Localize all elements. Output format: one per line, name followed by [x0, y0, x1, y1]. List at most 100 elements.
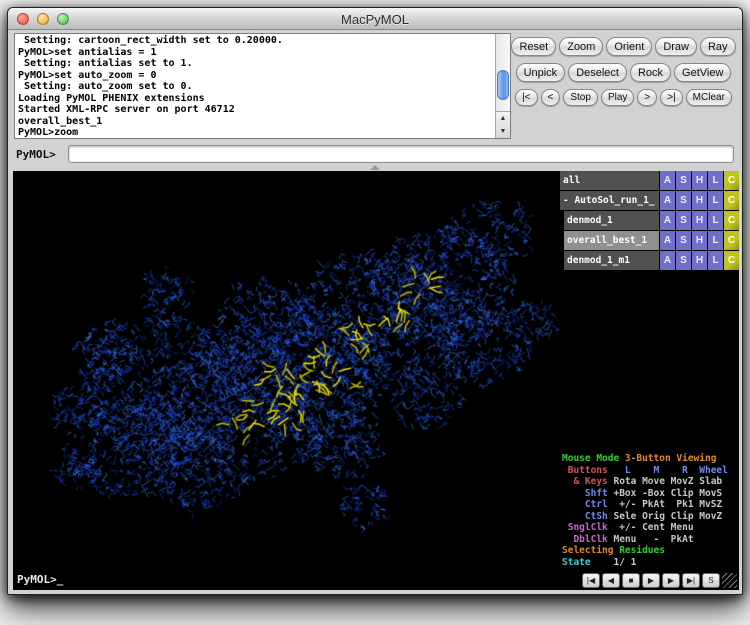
- object-h-menu-button[interactable]: H: [692, 191, 707, 210]
- object-l-menu-button[interactable]: L: [708, 191, 723, 210]
- draw-button[interactable]: Draw: [655, 37, 697, 56]
- mouse-panel-line: Ctrl +/- PkAt Pk1 MvSZ: [562, 499, 739, 511]
- object-l-menu-button[interactable]: L: [708, 231, 723, 250]
- object-a-menu-button[interactable]: A: [660, 231, 675, 250]
- object-s-menu-button[interactable]: S: [676, 191, 691, 210]
- mclear-button[interactable]: MClear: [686, 89, 732, 106]
- mouse-panel-text: Ctrl: [562, 499, 613, 510]
- console-output[interactable]: Setting: cartoon_rect_width set to 0.200…: [14, 33, 511, 139]
- toolbar-row-3: |<<StopPlay>>|MClear: [512, 89, 735, 106]
- object-a-menu-button[interactable]: A: [660, 171, 675, 190]
- scroll-down-arrow-icon[interactable]: ▼: [496, 125, 510, 138]
- object-c-menu-button[interactable]: C: [724, 171, 739, 190]
- object-c-menu-button[interactable]: C: [724, 191, 739, 210]
- mouse-panel-text: Selecting: [562, 545, 619, 556]
- getview-button[interactable]: GetView: [674, 63, 731, 82]
- mouse-panel-line: Shft +Box -Box Clip MovS: [562, 488, 739, 500]
- reset-button[interactable]: Reset: [511, 37, 556, 56]
- mouse-panel-text: Residues: [619, 545, 665, 556]
- orient-button[interactable]: Orient: [606, 37, 652, 56]
- zoom-button[interactable]: Zoom: [559, 37, 603, 56]
- command-input[interactable]: [68, 145, 734, 163]
- media-controls: |◀◀■▶▶▶|S: [582, 573, 737, 588]
- movie-play-button[interactable]: Play: [601, 89, 634, 106]
- media-stop-button[interactable]: ■: [622, 573, 640, 588]
- console-line: PyMOL>set auto_zoom = 0: [18, 70, 493, 82]
- mouse-panel-text: L M R Wheel: [613, 465, 727, 476]
- console-line: Loading PyMOL PHENIX extensions: [18, 93, 493, 105]
- object-a-menu-button[interactable]: A: [660, 211, 675, 230]
- object-row: overall_best_1ASHLC: [560, 231, 739, 250]
- object-h-menu-button[interactable]: H: [692, 171, 707, 190]
- media-scene-button[interactable]: S: [702, 573, 720, 588]
- control-toolbar: ResetZoomOrientDrawRay UnpickDeselectRoc…: [512, 37, 735, 113]
- toolbar-row-2: UnpickDeselectRockGetView: [512, 63, 735, 82]
- object-row: allASHLC: [560, 171, 739, 190]
- object-h-menu-button[interactable]: H: [692, 231, 707, 250]
- viewport-prompt: PyMOL>_: [17, 573, 63, 586]
- mouse-panel-line: & Keys Rota Move MovZ Slab: [562, 476, 739, 488]
- mouse-panel-text: Menu - PkAt: [613, 534, 693, 545]
- media-play-button[interactable]: ▶: [642, 573, 660, 588]
- mouse-panel-text: Rota Move MovZ Slab: [613, 476, 722, 487]
- prompt-label: PyMOL>: [16, 148, 56, 161]
- scroll-up-arrow-icon[interactable]: ▲: [496, 112, 510, 125]
- mouse-panel-text: 1/ 1: [596, 557, 636, 568]
- media-rewind-button[interactable]: |◀: [582, 573, 600, 588]
- viewport-area: allASHLC- AutoSol_run_1_ASHLCdenmod_1ASH…: [13, 171, 739, 590]
- rock-button[interactable]: Rock: [630, 63, 671, 82]
- resize-grip[interactable]: [722, 573, 737, 588]
- scrollbar-thumb[interactable]: [497, 70, 509, 100]
- object-name[interactable]: overall_best_1: [564, 231, 659, 250]
- mouse-panel-line: State 1/ 1: [562, 557, 739, 569]
- ray-button[interactable]: Ray: [700, 37, 736, 56]
- splitter-handle[interactable]: [370, 165, 380, 170]
- movie-stop-button[interactable]: Stop: [563, 89, 598, 106]
- object-a-menu-button[interactable]: A: [660, 251, 675, 270]
- movie-end-button[interactable]: >|: [660, 89, 682, 106]
- object-row: denmod_1_m1ASHLC: [560, 251, 739, 270]
- object-c-menu-button[interactable]: C: [724, 211, 739, 230]
- object-l-menu-button[interactable]: L: [708, 251, 723, 270]
- object-s-menu-button[interactable]: S: [676, 231, 691, 250]
- macpymol-window: MacPyMOL Setting: cartoon_rect_width set…: [7, 7, 743, 595]
- object-name[interactable]: denmod_1: [564, 211, 659, 230]
- object-l-menu-button[interactable]: L: [708, 211, 723, 230]
- object-l-menu-button[interactable]: L: [708, 171, 723, 190]
- deselect-button[interactable]: Deselect: [568, 63, 627, 82]
- media-end-button[interactable]: ▶|: [682, 573, 700, 588]
- object-h-menu-button[interactable]: H: [692, 211, 707, 230]
- mouse-panel-text: State: [562, 557, 596, 568]
- object-name[interactable]: all: [560, 171, 659, 190]
- object-s-menu-button[interactable]: S: [676, 171, 691, 190]
- object-c-menu-button[interactable]: C: [724, 231, 739, 250]
- mouse-panel-text: Sele Orig Clip MovZ: [613, 511, 722, 522]
- console-scrollbar[interactable]: ▲ ▼: [495, 34, 510, 138]
- movie-back-button[interactable]: <: [541, 89, 561, 106]
- mouse-panel-text: Shft: [562, 488, 613, 499]
- object-row: denmod_1ASHLC: [560, 211, 739, 230]
- object-s-menu-button[interactable]: S: [676, 251, 691, 270]
- scrollbar-arrows: ▲ ▼: [496, 111, 510, 138]
- unpick-button[interactable]: Unpick: [516, 63, 566, 82]
- title-bar[interactable]: MacPyMOL: [8, 8, 742, 30]
- console-line: overall_best_1: [18, 116, 493, 128]
- movie-forward-button[interactable]: >: [637, 89, 657, 106]
- object-name[interactable]: denmod_1_m1: [564, 251, 659, 270]
- object-a-menu-button[interactable]: A: [660, 191, 675, 210]
- mouse-panel-line: Selecting Residues: [562, 545, 739, 557]
- media-step-back-button[interactable]: ◀: [602, 573, 620, 588]
- console-line: Setting: auto_zoom set to 0.: [18, 81, 493, 93]
- mouse-panel-text: +/- Cent Menu: [613, 522, 693, 533]
- mouse-panel-line: Mouse Mode 3-Button Viewing: [562, 453, 739, 465]
- mouse-panel-text: +/- PkAt Pk1 MvSZ: [613, 499, 722, 510]
- viewport-canvas[interactable]: [13, 171, 559, 590]
- object-h-menu-button[interactable]: H: [692, 251, 707, 270]
- object-name[interactable]: - AutoSol_run_1_: [560, 191, 659, 210]
- object-s-menu-button[interactable]: S: [676, 211, 691, 230]
- mouse-panel-text: 3-Button Viewing: [625, 453, 717, 464]
- media-step-forward-button[interactable]: ▶: [662, 573, 680, 588]
- object-c-menu-button[interactable]: C: [724, 251, 739, 270]
- movie-rewind-button[interactable]: |<: [515, 89, 537, 106]
- mouse-panel-text: & Keys: [562, 476, 613, 487]
